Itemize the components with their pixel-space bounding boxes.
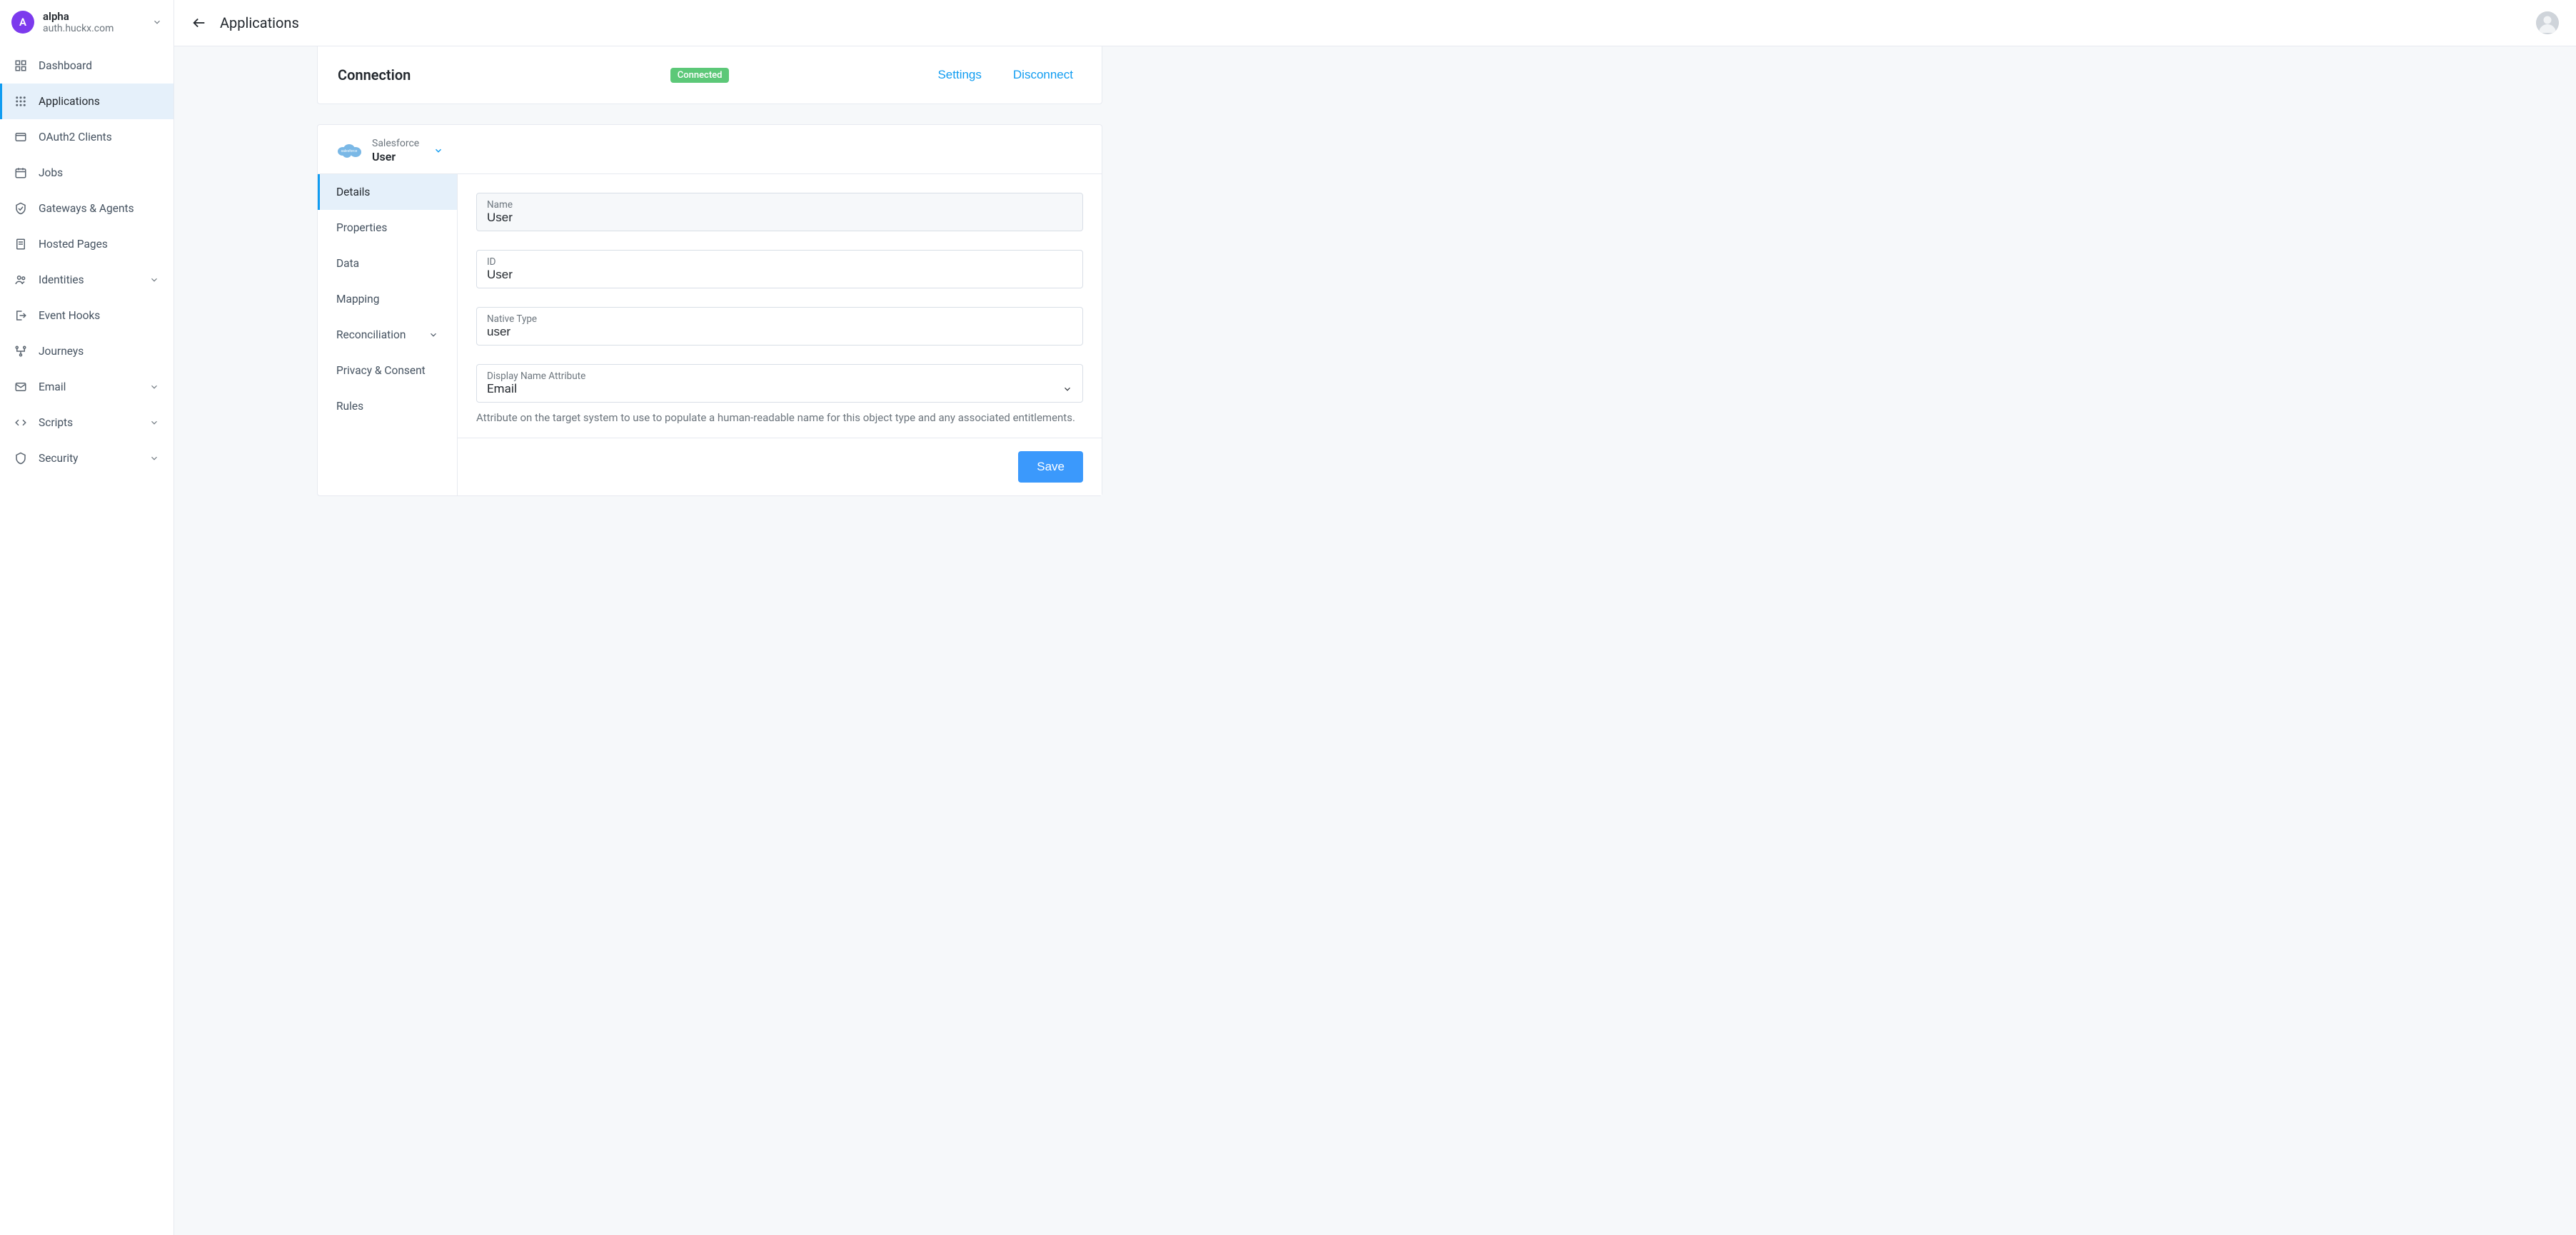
detail-tabs: Details Properties Data Mapping Reconciliati… bbox=[318, 174, 458, 495]
object-provider: Salesforce bbox=[372, 138, 419, 150]
name-label: Name bbox=[487, 199, 1072, 211]
sidebar-item-security[interactable]: Security bbox=[0, 440, 173, 476]
mail-icon bbox=[14, 380, 27, 393]
sidebar-item-hosted-pages[interactable]: Hosted Pages bbox=[0, 226, 173, 262]
disconnect-button[interactable]: Disconnect bbox=[1005, 68, 1082, 82]
sidebar-item-label: OAuth2 Clients bbox=[39, 131, 159, 143]
tab-label: Data bbox=[336, 257, 359, 270]
id-label: ID bbox=[487, 256, 1072, 268]
native-type-label: Native Type bbox=[487, 313, 1072, 325]
sidebar: A alpha auth.huckx.com Dashboard Applicat… bbox=[0, 0, 174, 1235]
tab-mapping[interactable]: Mapping bbox=[318, 281, 457, 317]
native-type-field[interactable]: Native Type bbox=[476, 307, 1083, 346]
sidebar-item-label: Jobs bbox=[39, 166, 159, 179]
object-name: User bbox=[372, 150, 419, 163]
object-card: salesforce Salesforce User Details Proper… bbox=[317, 124, 1102, 496]
tenant-domain: auth.huckx.com bbox=[43, 23, 144, 35]
display-name-attribute-label: Display Name Attribute bbox=[487, 370, 1072, 382]
sidebar-item-label: Journeys bbox=[39, 345, 159, 358]
chevron-down-icon[interactable] bbox=[1062, 384, 1072, 394]
chevron-down-icon bbox=[149, 418, 159, 428]
back-button[interactable] bbox=[191, 15, 207, 31]
shield-icon bbox=[14, 452, 27, 465]
sidebar-item-applications[interactable]: Applications bbox=[0, 84, 173, 119]
sidebar-item-label: Email bbox=[39, 380, 138, 393]
sidebar-item-event-hooks[interactable]: Event Hooks bbox=[0, 298, 173, 333]
page-title: Applications bbox=[220, 14, 2523, 31]
sidebar-item-label: Event Hooks bbox=[39, 309, 159, 322]
object-header: salesforce Salesforce User bbox=[318, 125, 1102, 173]
tab-reconciliation[interactable]: Reconciliation bbox=[318, 317, 457, 353]
tab-label: Reconciliation bbox=[336, 328, 406, 341]
shield-check-icon bbox=[14, 202, 27, 215]
chevron-down-icon bbox=[428, 330, 438, 340]
sidebar-item-dashboard[interactable]: Dashboard bbox=[0, 48, 173, 84]
connection-title: Connection bbox=[338, 66, 411, 84]
sidebar-item-label: Scripts bbox=[39, 416, 138, 429]
form-footer: Save bbox=[458, 438, 1102, 495]
sidebar-item-label: Hosted Pages bbox=[39, 238, 159, 251]
route-icon bbox=[14, 345, 27, 358]
browser-icon bbox=[14, 131, 27, 143]
tenant-name: alpha bbox=[43, 10, 144, 23]
tenant-avatar: A bbox=[11, 11, 34, 34]
settings-button[interactable]: Settings bbox=[929, 68, 990, 82]
user-avatar[interactable] bbox=[2536, 11, 2559, 34]
chevron-down-icon bbox=[149, 382, 159, 392]
tab-label: Details bbox=[336, 186, 370, 198]
sidebar-item-label: Dashboard bbox=[39, 59, 159, 72]
object-dropdown[interactable] bbox=[433, 146, 443, 156]
display-name-attribute-value: Email bbox=[487, 382, 1062, 396]
id-field[interactable]: ID bbox=[476, 250, 1083, 288]
id-input[interactable] bbox=[487, 268, 1072, 282]
sidebar-item-jobs[interactable]: Jobs bbox=[0, 155, 173, 191]
sidebar-item-label: Identities bbox=[39, 273, 138, 286]
tab-label: Privacy & Consent bbox=[336, 364, 426, 377]
display-name-attribute-help: Attribute on the target system to use to… bbox=[476, 411, 1083, 424]
svg-text:salesforce: salesforce bbox=[341, 149, 358, 153]
tab-label: Mapping bbox=[336, 293, 379, 306]
sidebar-item-email[interactable]: Email bbox=[0, 369, 173, 405]
tenant-switcher[interactable]: A alpha auth.huckx.com bbox=[0, 0, 173, 45]
tab-data[interactable]: Data bbox=[318, 246, 457, 281]
connection-card: Connection Connected Settings Disconnect bbox=[317, 46, 1102, 104]
dashboard-icon bbox=[14, 59, 27, 72]
sidebar-item-label: Gateways & Agents bbox=[39, 202, 159, 215]
connection-status-badge: Connected bbox=[670, 68, 730, 83]
sidebar-item-identities[interactable]: Identities bbox=[0, 262, 173, 298]
topbar: Applications bbox=[174, 0, 2576, 46]
tab-label: Properties bbox=[336, 221, 387, 234]
sidebar-item-oauth2-clients[interactable]: OAuth2 Clients bbox=[0, 119, 173, 155]
name-field: Name bbox=[476, 193, 1083, 231]
main: Applications Connection Connected Settin… bbox=[174, 0, 2576, 1235]
tab-properties[interactable]: Properties bbox=[318, 210, 457, 246]
salesforce-icon: salesforce bbox=[336, 142, 362, 159]
save-button[interactable]: Save bbox=[1018, 451, 1083, 483]
sidebar-item-label: Applications bbox=[39, 95, 159, 108]
sidebar-item-gateways-agents[interactable]: Gateways & Agents bbox=[0, 191, 173, 226]
chevron-down-icon bbox=[149, 453, 159, 463]
page-icon bbox=[14, 238, 27, 251]
people-icon bbox=[14, 273, 27, 286]
calendar-icon bbox=[14, 166, 27, 179]
chevron-down-icon bbox=[149, 275, 159, 285]
native-type-input[interactable] bbox=[487, 325, 1072, 339]
code-icon bbox=[14, 416, 27, 429]
sidebar-nav: Dashboard Applications OAuth2 Clients Jobs G… bbox=[0, 45, 173, 479]
chevron-down-icon bbox=[152, 17, 162, 27]
tab-rules[interactable]: Rules bbox=[318, 388, 457, 424]
sidebar-item-journeys[interactable]: Journeys bbox=[0, 333, 173, 369]
apps-icon bbox=[14, 95, 27, 108]
tab-details[interactable]: Details bbox=[318, 174, 457, 210]
tab-privacy-consent[interactable]: Privacy & Consent bbox=[318, 353, 457, 388]
exit-icon bbox=[14, 309, 27, 322]
sidebar-item-label: Security bbox=[39, 452, 138, 465]
name-input bbox=[487, 211, 1072, 225]
sidebar-item-scripts[interactable]: Scripts bbox=[0, 405, 173, 440]
tab-label: Rules bbox=[336, 400, 363, 413]
display-name-attribute-field[interactable]: Display Name Attribute Email bbox=[476, 364, 1083, 403]
